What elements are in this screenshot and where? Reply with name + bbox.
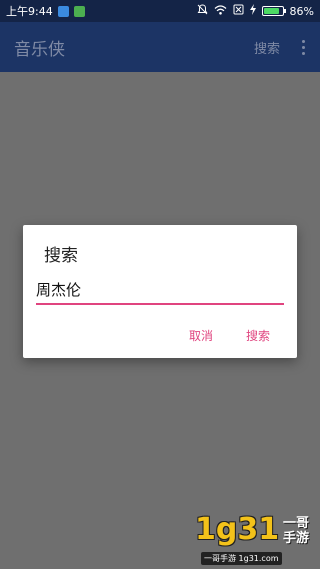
- search-button[interactable]: 搜索: [242, 325, 274, 346]
- shield-app-icon: [57, 5, 69, 17]
- watermark-name: 一哥手游: [283, 516, 310, 546]
- app-title: 音乐侠: [14, 39, 65, 60]
- battery-icon: [261, 6, 286, 16]
- clock: 上午9:44: [6, 5, 53, 18]
- watermark-site: 一哥手游 1g31.com: [201, 552, 282, 565]
- site-watermark: 1g31 一哥手游 一哥手游 1g31.com: [195, 512, 315, 568]
- search-input[interactable]: [36, 277, 284, 305]
- app-bar: 音乐侠 搜索: [0, 22, 320, 72]
- watermark-logo: 1g31: [195, 512, 280, 547]
- more-options-icon[interactable]: [300, 39, 306, 55]
- status-bar: 上午9:44 86%: [0, 0, 320, 22]
- mute-alarm-icon: [197, 4, 208, 18]
- security-app-icon: [73, 5, 85, 17]
- battery-level: [263, 8, 280, 14]
- wifi-icon: [214, 4, 227, 18]
- search-action-button[interactable]: 搜索: [254, 38, 280, 57]
- dialog-title: 搜索: [44, 246, 78, 266]
- cancel-button[interactable]: 取消: [185, 325, 217, 346]
- charging-icon: [249, 4, 256, 18]
- no-sim-icon: [233, 4, 244, 18]
- battery-percent: 86%: [289, 4, 314, 18]
- search-dialog: 搜索 取消 搜索: [23, 225, 297, 358]
